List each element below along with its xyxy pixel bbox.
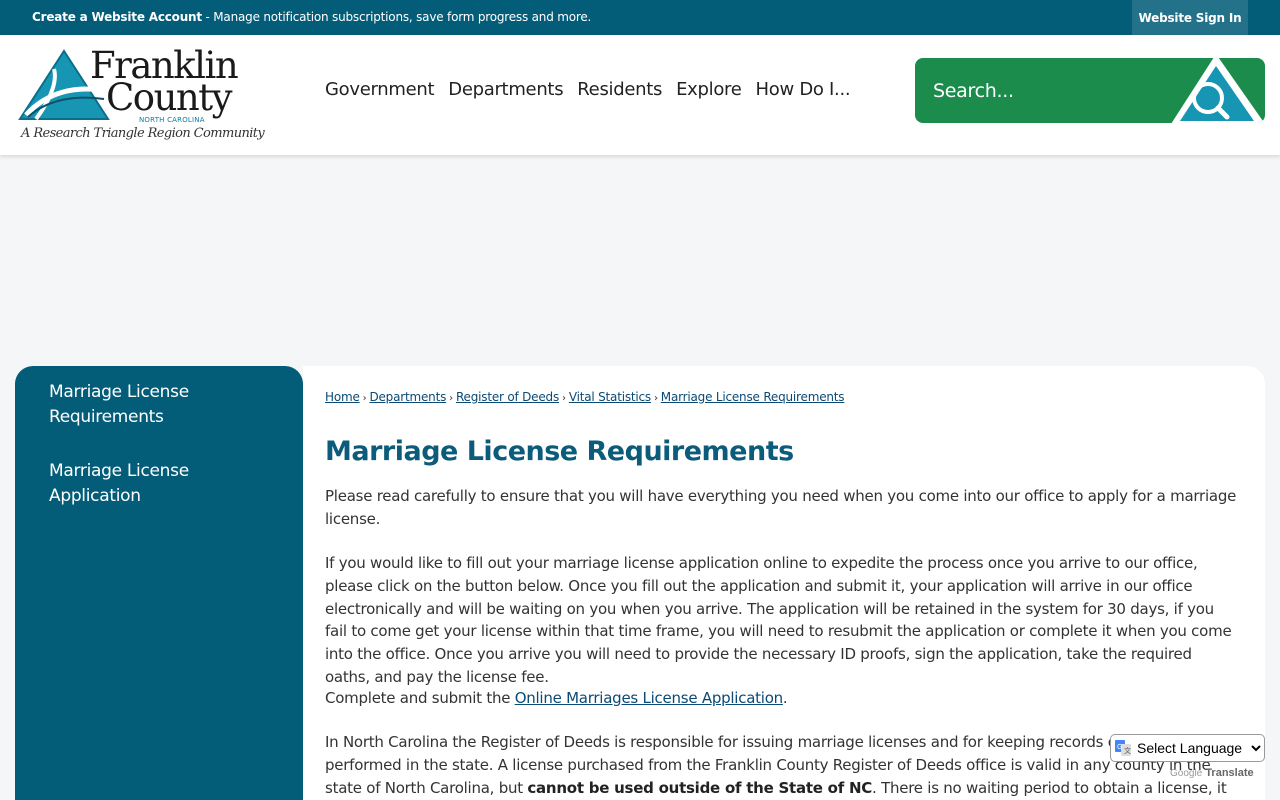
breadcrumb-separator: ›	[362, 393, 367, 404]
nav-departments[interactable]: Departments	[441, 79, 570, 100]
logo-state: NORTH CAROLINA	[139, 116, 205, 124]
search-input[interactable]	[933, 76, 1163, 106]
breadcrumb-current-page[interactable]: Marriage License Requirements	[661, 390, 845, 404]
breadcrumb-separator: ›	[562, 393, 566, 404]
logo-tagline: A Research Triangle Region Community	[21, 126, 265, 141]
page-title: Marriage License Requirements	[325, 436, 794, 467]
online-application-link[interactable]: Online Marriages License Application	[515, 689, 783, 707]
intro-paragraph: Please read carefully to ensure that you…	[325, 487, 1237, 528]
logo-name-line2: County	[106, 76, 233, 119]
search-box	[915, 58, 1265, 123]
breadcrumb-departments[interactable]: Departments	[369, 390, 446, 404]
complete-submit-text: Complete and submit the	[325, 689, 515, 707]
franklin-county-logo[interactable]: Franklin County NORTH CAROLINA A Researc…	[18, 47, 265, 147]
search-button[interactable]	[1169, 58, 1265, 123]
outside-nc-warning: cannot be used outside of the State of N…	[527, 778, 873, 797]
breadcrumb-home[interactable]: Home	[325, 390, 360, 404]
utility-bar: Create a Website Account - Manage notifi…	[0, 0, 1280, 35]
website-sign-in-button[interactable]: Website Sign In	[1132, 0, 1248, 35]
nav-residents[interactable]: Residents	[570, 79, 669, 100]
create-account-message[interactable]: Create a Website Account - Manage notifi…	[32, 10, 591, 24]
sidebar-navigation: Marriage License Requirements Marriage L…	[15, 366, 303, 800]
breadcrumb-separator: ›	[653, 393, 658, 404]
create-account-description: - Manage notification subscriptions, sav…	[201, 10, 592, 24]
nav-explore[interactable]: Explore	[669, 79, 748, 100]
google-translate-widget: Select Language G 文 Google Translate	[1110, 734, 1265, 786]
powered-by-google: Google Translate	[1170, 767, 1254, 779]
breadcrumb-vital-statistics[interactable]: Vital Statistics	[569, 390, 651, 404]
translate-link[interactable]: Translate	[1205, 767, 1253, 779]
breadcrumb-register-of-deeds[interactable]: Register of Deeds	[456, 390, 559, 404]
google-wordmark: Google	[1170, 768, 1203, 779]
language-select[interactable]: Select Language	[1110, 734, 1265, 762]
breadcrumb: Home › Departments › Register of Deeds › Vital…	[325, 390, 845, 404]
breadcrumb-separator: ›	[449, 393, 453, 404]
site-header: Franklin County NORTH CAROLINA A Researc…	[0, 35, 1280, 155]
sidebar-item-marriage-license-application[interactable]: Marriage License Application	[49, 459, 279, 509]
sidebar-item-marriage-license-requirements[interactable]: Marriage License Requirements	[49, 380, 279, 430]
create-account-link[interactable]: Create a Website Account	[32, 10, 202, 24]
nav-government[interactable]: Government	[318, 79, 441, 100]
main-navigation: Government Departments Residents Explore…	[318, 79, 857, 100]
online-application-paragraph: If you would like to fill out your marri…	[325, 554, 1232, 686]
register-of-deeds-paragraph: In North Carolina the Register of Deeds …	[325, 731, 1237, 800]
nav-how-do-i[interactable]: How Do I...	[749, 79, 858, 100]
search-icon	[1171, 58, 1265, 123]
complete-submit-paragraph: Complete and submit the Online Marriages…	[325, 687, 1237, 710]
complete-submit-period: .	[782, 689, 788, 707]
